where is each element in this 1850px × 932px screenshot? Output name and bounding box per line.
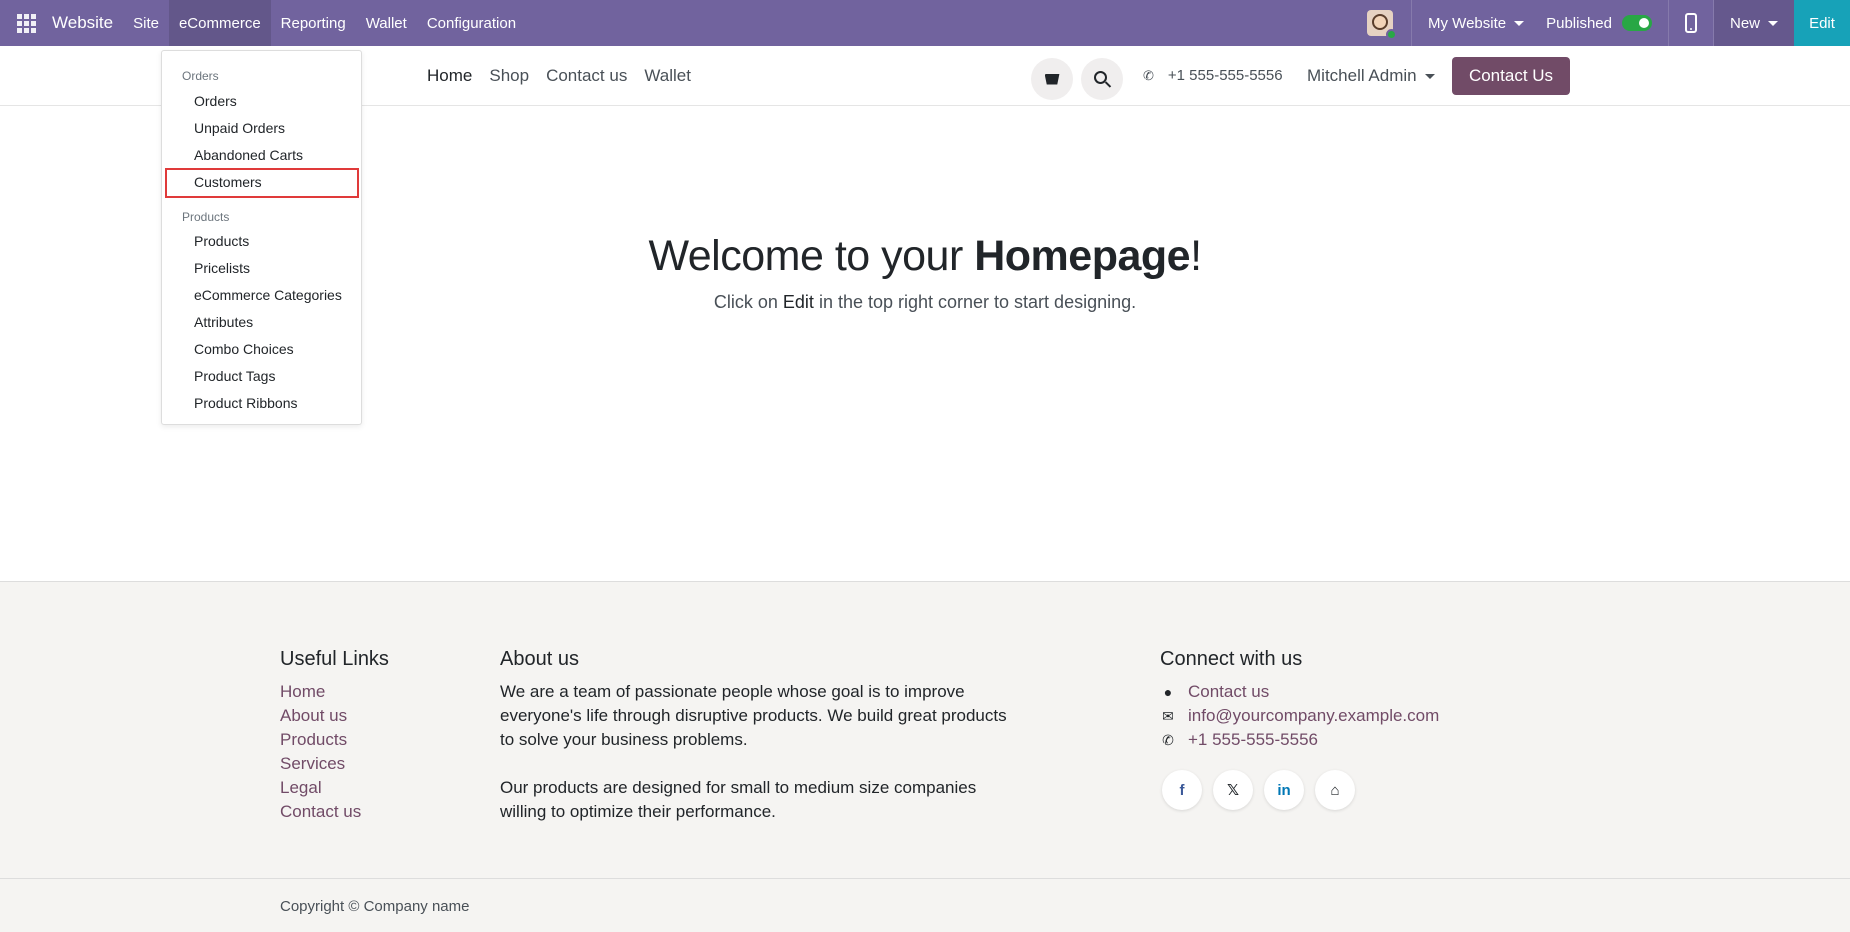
connect-phone-label: +1 555-555-5556 xyxy=(1188,730,1318,749)
dropdown-item-product-ribbons[interactable]: Product Ribbons xyxy=(194,395,298,411)
connect-email-label: info@yourcompany.example.com xyxy=(1188,706,1440,725)
hero-sub-edit: Edit xyxy=(782,292,814,312)
published-label: Published xyxy=(1546,14,1612,32)
connect-title: Connect with us xyxy=(1160,648,1303,670)
footer-link-products[interactable]: Products xyxy=(280,730,347,750)
ecommerce-dropdown: Orders Orders Unpaid Orders Abandoned Ca… xyxy=(161,50,362,425)
connect-contact-link[interactable]: ● Contact us xyxy=(1160,682,1270,702)
menu-configuration[interactable]: Configuration xyxy=(417,0,526,46)
phone-icon: ✆ xyxy=(1162,731,1174,748)
x-twitter-icon[interactable]: 𝕏 xyxy=(1213,770,1253,810)
search-button[interactable] xyxy=(1081,58,1123,100)
chevron-down-icon xyxy=(1424,74,1435,80)
nav-shop[interactable]: Shop xyxy=(489,66,529,86)
online-status-icon xyxy=(1386,29,1398,40)
dropdown-item-unpaid-orders[interactable]: Unpaid Orders xyxy=(194,120,285,136)
cart-button[interactable] xyxy=(1031,58,1073,100)
hero-title-prefix: Welcome to your xyxy=(648,232,975,280)
app-brand[interactable]: Website xyxy=(52,13,113,33)
hero-title-bold: Homepage xyxy=(974,232,1191,280)
dropdown-item-customers[interactable]: Customers xyxy=(194,174,262,190)
new-button-label: New xyxy=(1729,14,1760,32)
website-selector[interactable]: My Website xyxy=(1412,0,1540,46)
menu-reporting[interactable]: Reporting xyxy=(271,0,356,46)
dropdown-item-pricelists[interactable]: Pricelists xyxy=(194,260,250,276)
website-selector-label: My Website xyxy=(1428,14,1507,32)
cart-icon xyxy=(1044,73,1060,85)
search-icon xyxy=(1094,71,1107,84)
envelope-icon: ✉ xyxy=(1162,707,1174,724)
user-name: Mitchell Admin xyxy=(1307,66,1417,85)
facebook-icon[interactable]: f xyxy=(1162,770,1202,810)
header-phone-number: +1 555-555-5556 xyxy=(1167,67,1283,84)
contact-us-button[interactable]: Contact Us xyxy=(1452,57,1570,95)
linkedin-icon[interactable]: in xyxy=(1264,770,1304,810)
footer-link-services[interactable]: Services xyxy=(280,754,345,774)
chevron-down-icon xyxy=(1514,20,1525,26)
hero-sub-prefix: Click on xyxy=(713,292,783,312)
apps-menu-icon[interactable] xyxy=(0,0,52,46)
useful-links-title: Useful Links xyxy=(280,648,389,670)
home-icon[interactable]: ⌂ xyxy=(1315,770,1355,810)
chevron-down-icon xyxy=(1768,20,1778,26)
footer-link-about-us[interactable]: About us xyxy=(280,706,347,726)
nav-wallet[interactable]: Wallet xyxy=(644,66,691,86)
site-nav: Home Shop Contact us Wallet xyxy=(427,66,691,86)
dropdown-item-abandoned-carts[interactable]: Abandoned Carts xyxy=(194,147,303,163)
dropdown-header-orders: Orders xyxy=(182,69,219,83)
copyright-text: Copyright © Company name xyxy=(280,898,470,915)
dropdown-header-products: Products xyxy=(182,210,230,224)
mobile-preview-button[interactable] xyxy=(1669,0,1713,46)
mobile-phone-icon xyxy=(1684,13,1697,33)
menu-ecommerce[interactable]: eCommerce xyxy=(168,0,271,46)
menu-wallet[interactable]: Wallet xyxy=(356,0,417,46)
dropdown-item-products[interactable]: Products xyxy=(194,233,249,249)
about-line: We are a team of passionate people whose… xyxy=(500,682,965,701)
hero-sub-suffix: in the top right corner to start designi… xyxy=(813,292,1137,312)
nav-contact-us[interactable]: Contact us xyxy=(546,66,627,86)
about-paragraph-2: Our products are designed for small to m… xyxy=(500,776,976,824)
dropdown-item-product-tags[interactable]: Product Tags xyxy=(194,368,275,384)
toggle-switch-icon[interactable] xyxy=(1621,15,1652,31)
connect-email-link[interactable]: ✉ info@yourcompany.example.com xyxy=(1160,706,1439,726)
phone-icon: ✆ xyxy=(1143,67,1154,83)
dropdown-item-ecommerce-categories[interactable]: eCommerce Categories xyxy=(194,287,342,303)
about-line: Our products are designed for small to m… xyxy=(500,778,977,797)
connect-contact-label: Contact us xyxy=(1188,682,1270,701)
nav-home[interactable]: Home xyxy=(427,66,472,86)
hero-title-suffix: ! xyxy=(1190,232,1202,280)
footer: Useful Links Home About us Products Serv… xyxy=(0,581,1850,878)
footer-link-home[interactable]: Home xyxy=(280,682,325,702)
about-line: to solve your business problems. xyxy=(500,730,748,749)
dropdown-item-attributes[interactable]: Attributes xyxy=(194,314,253,330)
user-menu[interactable]: Mitchell Admin xyxy=(1307,66,1435,86)
published-toggle[interactable]: Published xyxy=(1540,0,1668,46)
user-avatar[interactable] xyxy=(1367,10,1398,40)
about-line: willing to optimize their performance. xyxy=(500,802,776,821)
edit-button[interactable]: Edit xyxy=(1794,0,1850,46)
admin-navbar: Website Site eCommerce Reporting Wallet … xyxy=(0,0,1850,46)
new-button[interactable]: New xyxy=(1713,0,1794,46)
about-line: everyone's life through disruptive produ… xyxy=(500,706,1007,725)
dropdown-item-combo-choices[interactable]: Combo Choices xyxy=(194,341,294,357)
connect-phone-link[interactable]: ✆ +1 555-555-5556 xyxy=(1160,730,1318,750)
about-us-title: About us xyxy=(500,648,579,670)
comment-icon: ● xyxy=(1163,684,1173,700)
header-phone[interactable]: ✆ +1 555-555-5556 xyxy=(1143,67,1283,84)
menu-site[interactable]: Site xyxy=(123,0,169,46)
footer-link-legal[interactable]: Legal xyxy=(280,778,322,798)
dropdown-item-orders[interactable]: Orders xyxy=(194,93,237,109)
about-paragraph-1: We are a team of passionate people whose… xyxy=(500,680,1007,752)
footer-link-contact-us[interactable]: Contact us xyxy=(280,802,361,822)
copyright-bar: Copyright © Company name xyxy=(0,878,1850,932)
